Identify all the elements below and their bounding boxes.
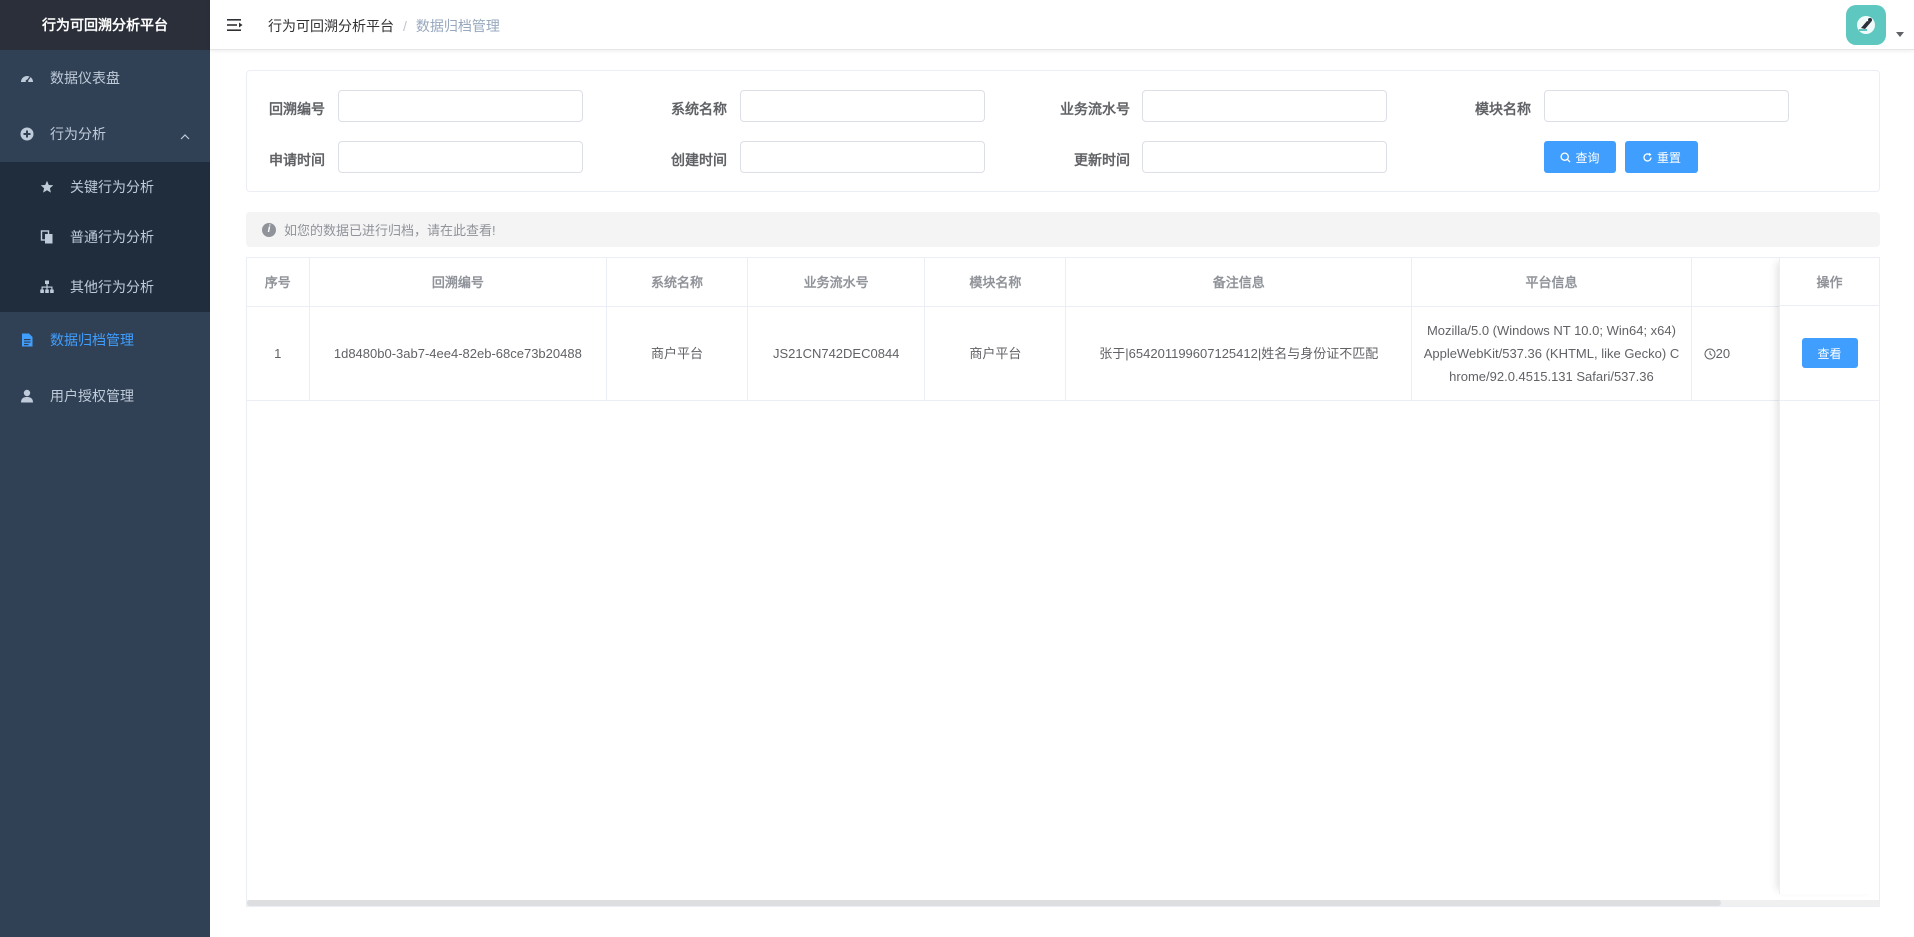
query-button[interactable]: 查询 — [1544, 141, 1616, 173]
breadcrumb: 行为可回溯分析平台 / 数据归档管理 — [268, 16, 500, 36]
sidebar-item-label: 数据归档管理 — [50, 332, 134, 348]
update-time-label: 更新时间 — [1074, 152, 1130, 168]
avatar[interactable] — [1846, 5, 1886, 45]
sidebar-item-label: 数据仪表盘 — [50, 70, 120, 86]
sidebar: 行为可回溯分析平台 数据仪表盘 行为分析 关键行为分析 普通行为分析 其他行为分… — [0, 0, 210, 937]
operation-column-fixed: 操作 查看 — [1779, 258, 1879, 894]
reset-button[interactable]: 重置 — [1625, 141, 1698, 173]
sidebar-item-data-archive[interactable]: 数据归档管理 — [0, 312, 210, 368]
app-title: 行为可回溯分析平台 — [0, 0, 210, 50]
sidebar-item-normal-behavior[interactable]: 普通行为分析 — [0, 212, 210, 262]
view-button[interactable]: 查看 — [1801, 338, 1858, 368]
sidebar-item-label: 普通行为分析 — [70, 229, 154, 245]
hamburger-icon[interactable] — [226, 16, 244, 34]
navbar: 行为可回溯分析平台 / 数据归档管理 — [210, 0, 1914, 50]
info-alert-text: 如您的数据已进行归档，请在此查看! — [284, 223, 496, 238]
sidebar-item-user-auth[interactable]: 用户授权管理 — [0, 368, 210, 424]
cell-date-text: 20 — [1715, 345, 1731, 361]
breadcrumb-item-current: 数据归档管理 — [415, 18, 500, 34]
sidebar-item-label: 关键行为分析 — [70, 179, 154, 195]
cell-index: 1 — [247, 306, 310, 401]
sidebar-item-label: 其他行为分析 — [70, 279, 154, 295]
column-header-module: 模块名称 — [924, 258, 1067, 307]
avatar-image-icon — [1857, 16, 1875, 34]
table-row: 1 1d8480b0-3ab7-4ee4-82eb-68ce73b20488 商… — [247, 306, 1879, 401]
column-header-trace-id: 回溯编号 — [309, 258, 608, 307]
reset-button-label: 重置 — [1656, 150, 1681, 165]
dashboard-icon — [20, 71, 34, 85]
cell-module: 商户平台 — [924, 306, 1067, 401]
cell-serial: JS21CN742DEC0844 — [747, 306, 926, 401]
column-header-serial: 业务流水号 — [747, 258, 926, 307]
sidebar-item-key-behavior[interactable]: 关键行为分析 — [0, 162, 210, 212]
horizontal-scrollbar[interactable] — [247, 900, 1879, 906]
system-name-label: 系统名称 — [671, 101, 727, 117]
plus-circle-icon — [20, 127, 34, 141]
info-icon: i — [262, 222, 276, 237]
serial-number-label: 业务流水号 — [1060, 101, 1130, 117]
column-header-index: 序号 — [247, 258, 310, 307]
module-name-label: 模块名称 — [1475, 101, 1531, 117]
archive-table: 序号 回溯编号 系统名称 业务流水号 模块名称 备注信息 平台信息 1 1d84… — [246, 257, 1880, 907]
apply-time-input[interactable] — [338, 141, 583, 173]
cell-platform: Mozilla/5.0 (Windows NT 10.0; Win64; x64… — [1411, 306, 1692, 401]
user-icon — [20, 389, 34, 403]
horizontal-scrollbar-thumb[interactable] — [247, 900, 1721, 906]
app-root: 行为可回溯分析平台 数据仪表盘 行为分析 关键行为分析 普通行为分析 其他行为分… — [0, 0, 1914, 937]
refresh-icon — [1642, 152, 1653, 163]
operation-cell: 查看 — [1780, 306, 1879, 401]
sidebar-item-dashboard[interactable]: 数据仪表盘 — [0, 50, 210, 106]
main-content: 回溯编号 系统名称 业务流水号 模块名称 申请时间 创建时间 更新时间 查询 重… — [210, 50, 1914, 937]
sidebar-item-other-behavior[interactable]: 其他行为分析 — [0, 262, 210, 312]
column-header-remark: 备注信息 — [1065, 258, 1413, 307]
cell-trace-id: 1d8480b0-3ab7-4ee4-82eb-68ce73b20488 — [309, 306, 608, 401]
chevron-up-icon — [180, 128, 190, 144]
documents-icon — [40, 230, 54, 244]
star-icon — [40, 180, 54, 194]
sidebar-item-label: 用户授权管理 — [50, 388, 134, 404]
column-header-platform: 平台信息 — [1411, 258, 1692, 307]
trace-id-label: 回溯编号 — [269, 101, 325, 117]
tree-icon — [40, 280, 54, 294]
update-time-input[interactable] — [1142, 141, 1387, 173]
clock-icon — [1704, 348, 1716, 360]
table-header-row: 序号 回溯编号 系统名称 业务流水号 模块名称 备注信息 平台信息 — [247, 258, 1879, 307]
sidebar-item-label: 行为分析 — [50, 126, 106, 142]
info-alert: i 如您的数据已进行归档，请在此查看! — [246, 212, 1880, 247]
system-name-input[interactable] — [740, 90, 985, 122]
trace-id-input[interactable] — [338, 90, 583, 122]
column-header-operation: 操作 — [1780, 258, 1879, 306]
document-icon — [20, 333, 34, 347]
cell-remark: 张于|654201199607125412|姓名与身份证不匹配 — [1065, 306, 1413, 401]
caret-down-icon[interactable] — [1896, 32, 1904, 37]
breadcrumb-item-home[interactable]: 行为可回溯分析平台 — [268, 16, 394, 36]
create-time-input[interactable] — [740, 141, 985, 173]
data-table: 序号 回溯编号 系统名称 业务流水号 模块名称 备注信息 平台信息 1 1d84… — [247, 258, 1879, 401]
search-panel: 回溯编号 系统名称 业务流水号 模块名称 申请时间 创建时间 更新时间 查询 重… — [246, 70, 1880, 192]
search-icon — [1560, 151, 1571, 163]
sidebar-item-behavior-analysis[interactable]: 行为分析 — [0, 106, 210, 162]
submenu-behavior-analysis: 关键行为分析 普通行为分析 其他行为分析 — [0, 162, 210, 312]
breadcrumb-separator: / — [403, 18, 407, 34]
module-name-input[interactable] — [1544, 90, 1789, 122]
column-header-system: 系统名称 — [606, 258, 748, 307]
create-time-label: 创建时间 — [671, 152, 727, 168]
serial-number-input[interactable] — [1142, 90, 1387, 122]
cell-system: 商户平台 — [606, 306, 748, 401]
query-button-label: 查询 — [1575, 150, 1600, 165]
apply-time-label: 申请时间 — [269, 152, 325, 168]
